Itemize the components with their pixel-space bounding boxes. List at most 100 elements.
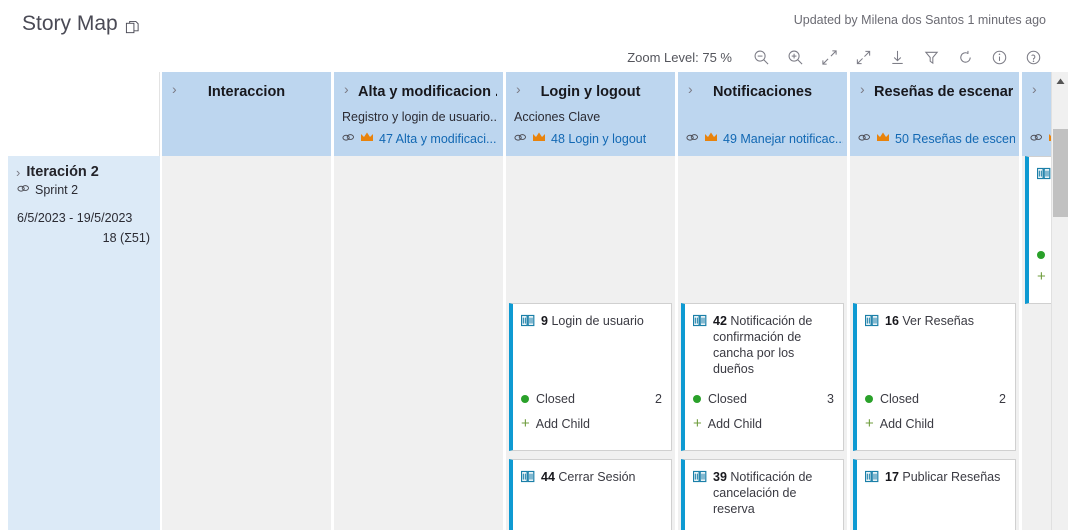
card-title: Notificación de confirmación de cancha p… <box>713 314 813 376</box>
card-state: Closed <box>708 392 747 406</box>
scroll-up-arrow-icon[interactable] <box>1052 73 1068 89</box>
page-header: Story Map Updated by Milena dos Santos 1… <box>0 0 1068 72</box>
column-header[interactable]: › Reseñas de escenari... <box>850 72 1019 156</box>
story-card[interactable]: 17 Publicar Reseñas <box>853 459 1016 530</box>
card-title: Ver Reseñas <box>902 314 974 328</box>
column-epic-link-row[interactable]: 47 Alta y modificaci... <box>342 130 499 148</box>
toolbar: Zoom Level: 75 % <box>627 44 1050 70</box>
column-alta-y-modificacion: › Alta y modificacion ... Registro y log… <box>334 72 503 530</box>
expand-icon[interactable] <box>846 44 880 70</box>
card-state-row: Closed 3 <box>693 392 834 406</box>
plus-icon: + <box>1037 268 1046 285</box>
story-card[interactable]: 44 Cerrar Sesión <box>509 459 672 530</box>
card-state: Closed <box>536 392 575 406</box>
card-title-row: 9 Login de usuario <box>513 304 671 332</box>
card-state-row: Closed 2 <box>865 392 1006 406</box>
link-icon <box>686 130 699 148</box>
card-title: Publicar Reseñas <box>902 470 1001 484</box>
columns-area: › Interaccion › Alta y modificacion ... … <box>160 72 1068 530</box>
info-icon[interactable] <box>982 44 1016 70</box>
story-map-app: Story Map Updated by Milena dos Santos 1… <box>0 0 1068 530</box>
column-title: Interaccion <box>207 84 286 100</box>
book-icon <box>692 470 707 517</box>
add-child-button[interactable]: + Add Child <box>693 416 762 431</box>
card-count: 3 <box>827 392 834 406</box>
story-card[interactable]: 42 Notificación de confirmación de canch… <box>681 303 844 451</box>
chevron-right-icon[interactable]: › <box>860 82 865 96</box>
scrollbar-thumb[interactable] <box>1053 129 1068 217</box>
add-child-label: Add Child <box>535 416 590 431</box>
column-title: Reseñas de escenari... <box>874 84 1013 100</box>
book-icon <box>520 314 535 332</box>
card-count: 2 <box>655 392 662 406</box>
link-icon <box>17 181 30 199</box>
card-id: 42 <box>713 314 727 328</box>
add-child-button[interactable]: + Add Child <box>865 416 934 431</box>
filter-icon[interactable] <box>914 44 948 70</box>
column-title: Alta y modificacion ... <box>358 84 497 100</box>
card-state: Closed <box>880 392 919 406</box>
plus-icon: + <box>865 415 874 432</box>
state-dot-icon <box>1037 251 1045 259</box>
column-header[interactable]: › Interaccion <box>162 72 331 156</box>
column-epic-link-row[interactable]: 48 Login y logout <box>514 130 671 148</box>
zoom-in-icon[interactable] <box>778 44 812 70</box>
chevron-right-icon[interactable]: › <box>344 82 349 96</box>
card-text: 42 Notificación de confirmación de canch… <box>713 313 835 377</box>
column-epic-link[interactable]: 47 Alta y modificaci... <box>379 132 496 146</box>
refresh-icon[interactable] <box>948 44 982 70</box>
column-epic-link-row[interactable]: 49 Manejar notificac... <box>686 130 843 148</box>
state-dot-icon <box>865 395 873 403</box>
add-child-label: Add Child <box>879 416 934 431</box>
column-resenas-de-escenarios: › Reseñas de escenari... <box>850 72 1019 530</box>
plus-icon: + <box>693 415 702 432</box>
column-epic-link-row[interactable]: 50 Reseñas de escen... <box>858 130 1015 148</box>
story-card[interactable]: 39 Notificación de cancelación de reserv… <box>681 459 844 530</box>
card-title: Login de usuario <box>551 314 644 328</box>
story-card[interactable]: 16 Ver Reseñas Closed 2 + Add Child <box>853 303 1016 451</box>
column-header[interactable]: › Notificaciones 49 Manejar notificac... <box>678 72 847 156</box>
iteration-title: Iteración 2 <box>26 164 99 180</box>
column-epic-link[interactable]: 48 Login y logout <box>551 132 646 146</box>
add-child-button[interactable]: + <box>1037 269 1046 284</box>
chevron-right-icon[interactable]: › <box>1032 82 1037 96</box>
column-login-y-logout: › Login y logout Acciones Clave 48 Login… <box>506 72 675 530</box>
story-card[interactable]: 9 Login de usuario Closed 2 + Add Child <box>509 303 672 451</box>
vertical-scrollbar[interactable] <box>1051 72 1068 530</box>
link-icon <box>342 130 355 148</box>
crown-icon <box>360 130 374 148</box>
column-body: 9 Login de usuario Closed 2 + Add Child <box>506 156 675 530</box>
card-title-row: 39 Notificación de cancelación de reserv… <box>685 460 843 517</box>
collapse-icon[interactable] <box>812 44 846 70</box>
iteration-rail: › Iteración 2 Sprint 2 6/5/2023 - 19/5/2… <box>0 72 160 530</box>
card-id: 9 <box>541 314 548 328</box>
card-id: 44 <box>541 470 555 484</box>
column-header[interactable]: › Alta y modificacion ... Registro y log… <box>334 72 503 156</box>
book-icon <box>1036 167 1051 185</box>
add-child-label: Add Child <box>707 416 762 431</box>
plus-icon: + <box>521 415 530 432</box>
story-map-board: › Iteración 2 Sprint 2 6/5/2023 - 19/5/2… <box>0 72 1068 530</box>
iteration-card[interactable]: › Iteración 2 Sprint 2 6/5/2023 - 19/5/2… <box>8 156 160 530</box>
column-header[interactable]: › Login y logout Acciones Clave 48 Login… <box>506 72 675 156</box>
updated-by-text: Updated by Milena dos Santos 1 minutes a… <box>793 13 1046 27</box>
help-icon[interactable] <box>1016 44 1050 70</box>
card-title: Cerrar Sesión <box>558 470 636 484</box>
add-child-button[interactable]: + Add Child <box>521 416 590 431</box>
card-title: Notificación de cancelación de reserva <box>713 470 813 516</box>
card-title-row: 44 Cerrar Sesión <box>513 460 671 488</box>
crown-icon <box>704 130 718 148</box>
copy-icon[interactable] <box>125 20 140 35</box>
iteration-title-row: › Iteración 2 <box>8 156 160 180</box>
card-text: 9 Login de usuario <box>541 313 644 332</box>
iteration-sub-row: Sprint 2 <box>8 180 160 199</box>
column-epic-link[interactable]: 49 Manejar notificac... <box>723 132 843 146</box>
chevron-right-icon[interactable]: › <box>16 166 20 179</box>
card-text: 17 Publicar Reseñas <box>885 469 1000 488</box>
card-count: 2 <box>999 392 1006 406</box>
zoom-out-icon[interactable] <box>744 44 778 70</box>
download-icon[interactable] <box>880 44 914 70</box>
crown-icon <box>876 130 890 148</box>
column-epic-link[interactable]: 50 Reseñas de escen... <box>895 132 1015 146</box>
book-icon <box>692 314 707 377</box>
